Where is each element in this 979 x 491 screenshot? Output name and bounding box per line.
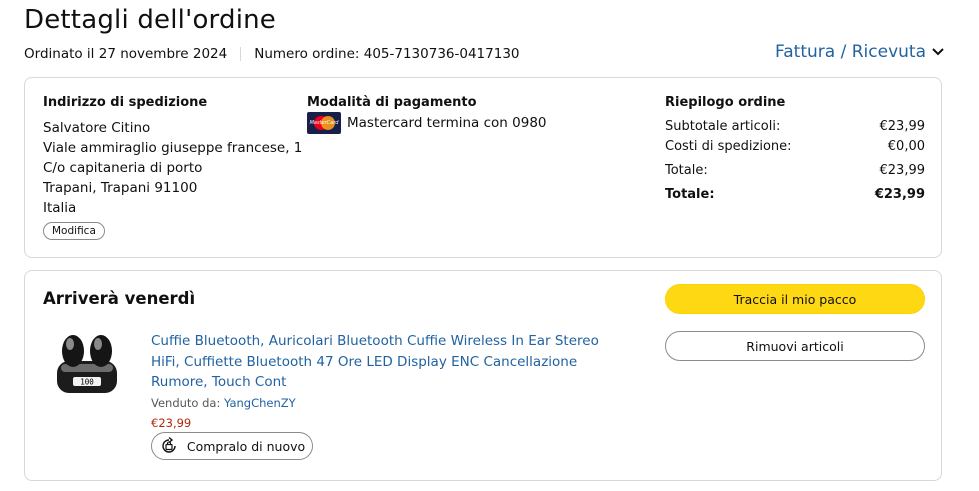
summary-value: €0,00 <box>887 139 925 154</box>
summary-row-subtotal: Subtotale articoli: €23,99 <box>665 119 925 134</box>
summary-row-grand-total: Totale: €23,99 <box>665 187 925 202</box>
summary-value: €23,99 <box>874 187 925 202</box>
address-line: Salvatore Citino <box>43 120 151 136</box>
delivery-card: Arriverà venerdì 100 Cuffie Bluetooth, A… <box>24 270 942 481</box>
buy-again-icon <box>162 436 176 453</box>
summary-label: Costi di spedizione: <box>665 139 792 154</box>
order-number: Numero ordine: 405-7130736-0417130 <box>254 46 520 62</box>
order-info-card: Indirizzo di spedizione Salvatore Citino… <box>24 77 942 258</box>
summary-row-shipping: Costi di spedizione: €0,00 <box>665 139 925 154</box>
seller-info: Venduto da: YangChenZY <box>151 396 296 410</box>
meta-divider <box>240 47 242 61</box>
mastercard-logo-text: MasterCard <box>309 120 339 126</box>
summary-value: €23,99 <box>879 163 926 178</box>
order-date: Ordinato il 27 novembre 2024 <box>24 46 228 62</box>
summary-label: Subtotale articoli: <box>665 119 781 134</box>
product-price: €23,99 <box>151 416 192 430</box>
delivery-heading: Arriverà venerdì <box>43 289 196 308</box>
sold-by-label: Venduto da: <box>151 396 221 410</box>
shipping-address: Salvatore Citino Viale ammiraglio giusep… <box>43 118 302 218</box>
address-line: Italia <box>43 200 77 216</box>
buy-again-button[interactable]: Compralo di nuovo <box>151 432 313 460</box>
summary-heading: Riepilogo ordine <box>665 95 786 110</box>
edit-address-button[interactable]: Modifica <box>43 222 105 240</box>
order-meta: Ordinato il 27 novembre 2024 Numero ordi… <box>24 46 520 62</box>
address-line: Trapani, Trapani 91100 <box>43 180 198 196</box>
invoice-dropdown[interactable]: Fattura / Ricevuta <box>775 42 944 62</box>
mastercard-icon: MasterCard <box>307 112 341 134</box>
seller-link[interactable]: YangChenZY <box>224 396 296 410</box>
track-package-button[interactable]: Traccia il mio pacco <box>665 284 925 314</box>
invoice-label: Fattura / Ricevuta <box>775 42 926 62</box>
product-title-link[interactable]: Cuffie Bluetooth, Auricolari Bluetooth C… <box>151 331 631 393</box>
buy-again-label: Compralo di nuovo <box>186 438 306 454</box>
shipping-heading: Indirizzo di spedizione <box>43 95 208 110</box>
payment-method: MasterCard Mastercard termina con 0980 <box>307 112 547 134</box>
summary-label: Totale: <box>665 187 715 202</box>
remove-items-button[interactable]: Rimuovi articoli <box>665 331 925 361</box>
payment-heading: Modalità di pagamento <box>307 95 477 110</box>
page-title: Dettagli dell'ordine <box>24 5 276 35</box>
payment-card-text: Mastercard termina con 0980 <box>347 115 547 131</box>
address-line: Viale ammiraglio giuseppe francese, 1 <box>43 140 303 156</box>
summary-value: €23,99 <box>879 119 926 134</box>
summary-label: Totale: <box>665 163 708 178</box>
product-image[interactable]: 100 <box>51 331 123 397</box>
address-line: C/o capitaneria di porto <box>43 160 203 176</box>
product-image-display: 100 <box>80 378 94 387</box>
chevron-down-icon <box>932 48 944 56</box>
summary-row-total: Totale: €23,99 <box>665 163 925 178</box>
